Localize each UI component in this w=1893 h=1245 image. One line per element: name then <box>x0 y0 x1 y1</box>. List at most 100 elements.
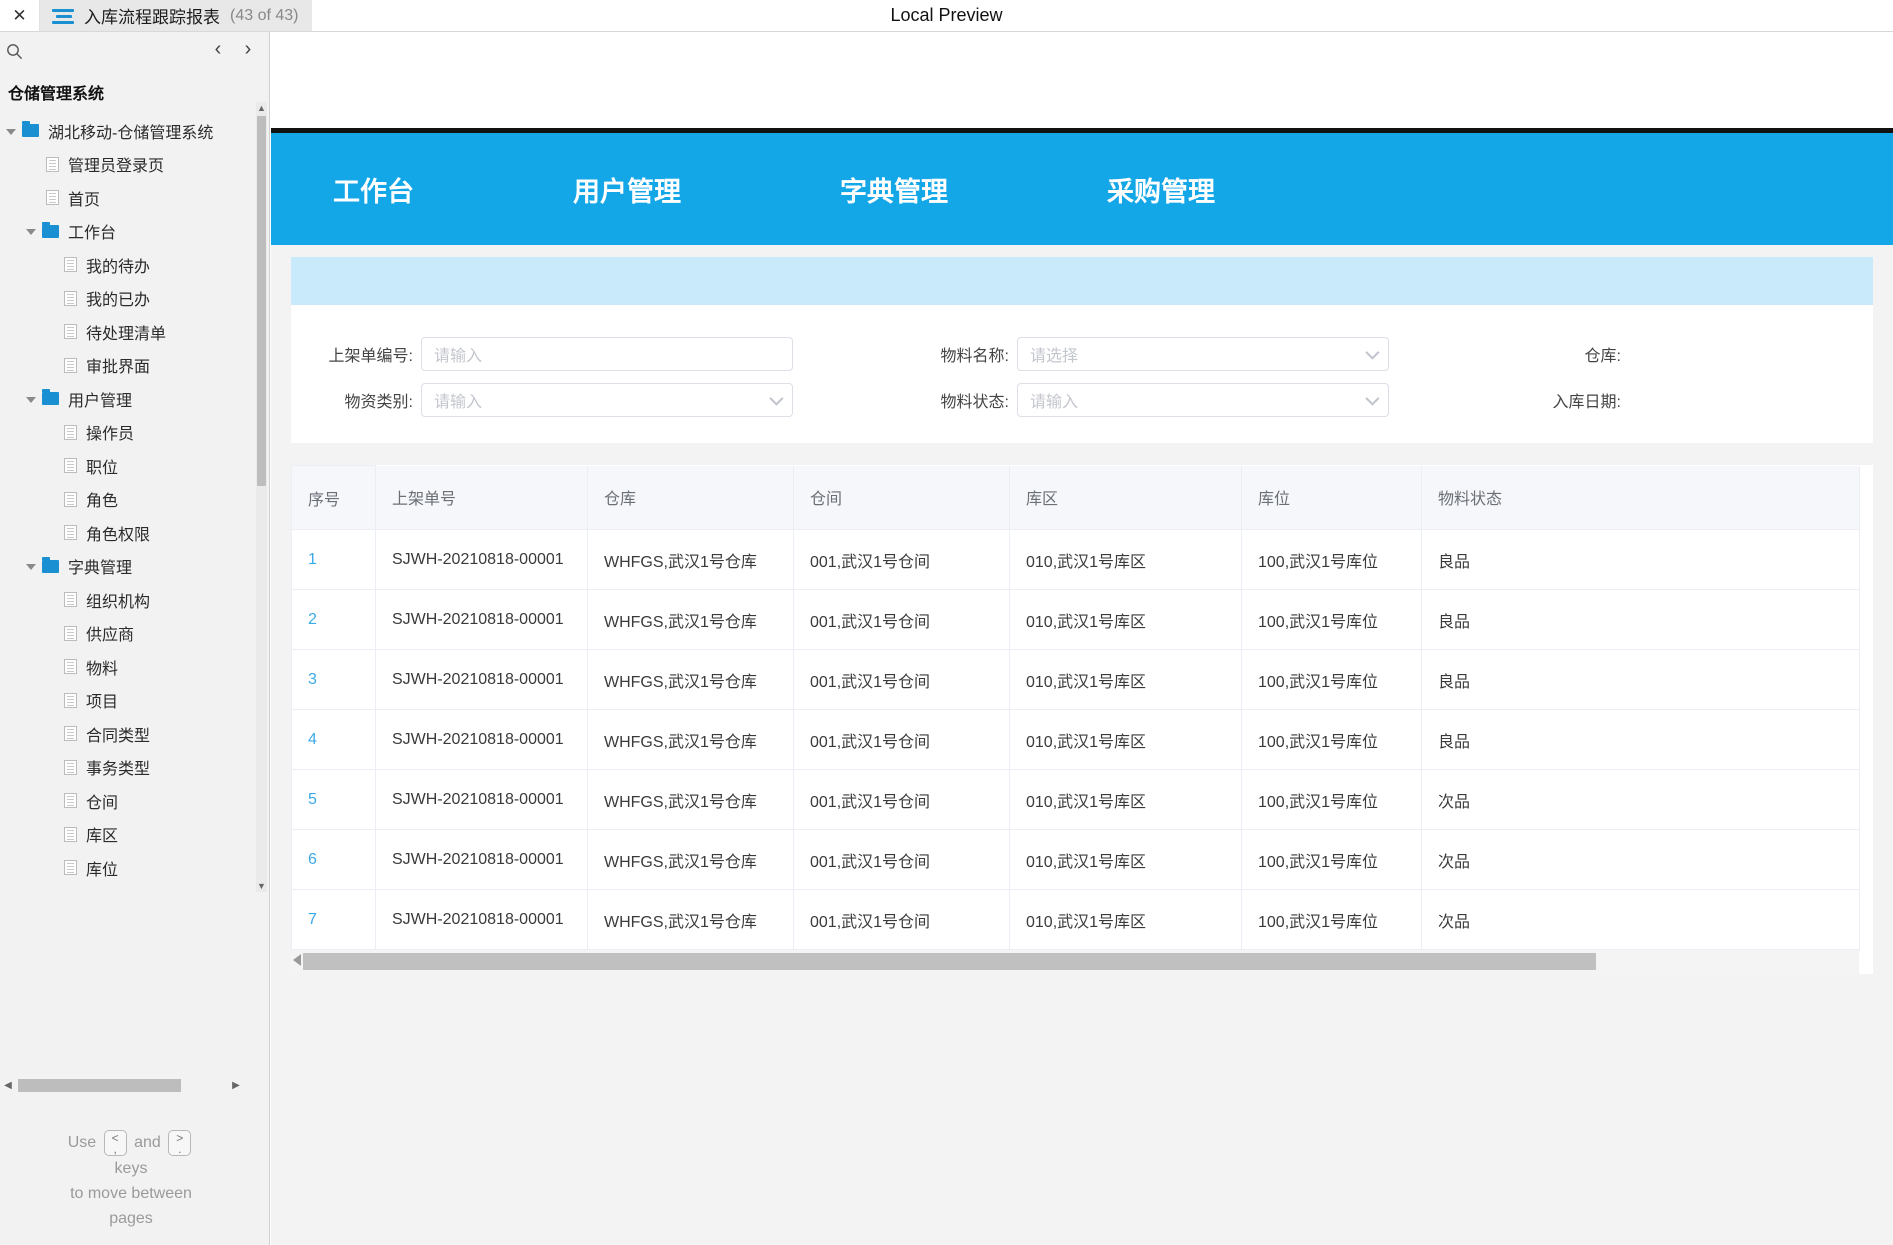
scroll-left-icon[interactable] <box>293 954 301 966</box>
table-cell: 良品 <box>1421 529 1860 590</box>
sidebar-tree-item[interactable]: 供应商 <box>0 617 253 651</box>
search-icon[interactable] <box>0 40 28 62</box>
prev-page-button[interactable]: ‹ <box>209 38 227 60</box>
results-table: 序号 上架单号 仓库 仓间 库区 库位 物料状态 1 SJWH-20210818-00001 W… <box>291 465 1860 950</box>
sidebar-tree-item-label: 我的已办 <box>86 292 151 310</box>
table-cell: 001,武汉1号仓间 <box>793 649 1010 710</box>
sidebar-tree-item[interactable]: 我的待办 <box>0 248 253 282</box>
chevron-down-icon <box>769 391 784 406</box>
sidebar-tree-item[interactable]: 库区 <box>0 818 253 852</box>
table-row[interactable]: 4 SJWH-20210818-00001 WHFGS,武汉1号仓库 001,武汉1号… <box>291 709 1860 770</box>
sidebar-tree-item[interactable]: 合同类型 <box>0 717 253 751</box>
nav-item-4[interactable]: 采购管理 <box>1107 170 1215 209</box>
scroll-thumb-horizontal[interactable] <box>18 1079 181 1092</box>
sidebar-tree-item-label: 首页 <box>68 191 101 209</box>
sidebar-tree-item[interactable]: 字典管理 <box>0 550 253 584</box>
sidebar-tree-item-label: 角色 <box>86 493 119 511</box>
table-cell: 001,武汉1号仓间 <box>793 889 1010 950</box>
sidebar-tree-item[interactable]: 首页 <box>0 181 253 215</box>
table-row-index[interactable]: 3 <box>291 649 376 710</box>
table-header-row: 序号 上架单号 仓库 仓间 库区 库位 物料状态 <box>291 465 1860 530</box>
search-input-order-no[interactable]: 请输入 <box>421 337 793 371</box>
sidebar-tree-item[interactable]: 库位 <box>0 851 253 885</box>
table-cell: 100,武汉1号库位 <box>1241 589 1422 650</box>
table-cell: 良品 <box>1421 649 1860 710</box>
select-material-name[interactable]: 请选择 <box>1017 337 1389 371</box>
table-row[interactable]: 6 SJWH-20210818-00001 WHFGS,武汉1号仓库 001,武汉1号… <box>291 829 1860 890</box>
nav-item-3[interactable]: 字典管理 <box>840 170 948 209</box>
sidebar-tree-item[interactable]: 组织机构 <box>0 583 253 617</box>
table-cell: 100,武汉1号库位 <box>1241 829 1422 890</box>
sidebar-horizontal-scrollbar[interactable]: ◀ ▶ <box>0 1075 258 1095</box>
sidebar-tree-item[interactable]: 审批界面 <box>0 349 253 383</box>
sidebar-tree-item[interactable]: 角色权限 <box>0 516 253 550</box>
caret-down-icon[interactable] <box>24 559 38 573</box>
table-row[interactable]: 1 SJWH-20210818-00001 WHFGS,武汉1号仓库 001,武汉1号… <box>291 529 1860 590</box>
chevron-down-icon <box>1365 391 1380 406</box>
table-column-header: 上架单号 <box>375 465 588 530</box>
close-button[interactable]: ✕ <box>0 0 40 31</box>
sidebar-tree-item[interactable]: 湖北移动-仓储管理系统 <box>0 114 253 148</box>
table-cell: SJWH-20210818-00001 <box>375 649 588 710</box>
sidebar-tree-item[interactable]: 事务类型 <box>0 751 253 785</box>
document-icon <box>64 324 77 340</box>
caret-down-icon[interactable] <box>24 392 38 406</box>
table-row[interactable]: 7 SJWH-20210818-00001 WHFGS,武汉1号仓库 001,武汉1号… <box>291 889 1860 950</box>
table-cell: 010,武汉1号库区 <box>1009 649 1242 710</box>
table-row[interactable]: 5 SJWH-20210818-00001 WHFGS,武汉1号仓库 001,武汉1号… <box>291 769 1860 830</box>
sidebar-tree-item[interactable]: 物料 <box>0 650 253 684</box>
table-row-index[interactable]: 1 <box>291 529 376 590</box>
hamburger-icon[interactable] <box>52 8 74 24</box>
table-cell: WHFGS,武汉1号仓库 <box>587 589 794 650</box>
sidebar-tree-item-label: 管理员登录页 <box>68 158 165 176</box>
caret-down-icon[interactable] <box>4 124 18 138</box>
sidebar-tree-item[interactable]: 用户管理 <box>0 382 253 416</box>
table-cell: WHFGS,武汉1号仓库 <box>587 769 794 830</box>
nav-item-1[interactable]: 工作台 <box>333 170 414 209</box>
sidebar-tree-item[interactable]: 仓间 <box>0 784 253 818</box>
next-page-button[interactable]: › <box>239 38 257 60</box>
select-material-category[interactable]: 请输入 <box>421 383 793 417</box>
preview-pane: 工作台 用户管理 字典管理 采购管理 上架单编号: 请输入 物料名称: 请选择 仓库: <box>271 32 1893 1245</box>
nav-item-2[interactable]: 用户管理 <box>573 170 681 209</box>
active-tab[interactable]: 入库流程跟踪报表 (43 of 43) <box>40 0 313 31</box>
table-horizontal-scrollbar[interactable] <box>291 950 1859 974</box>
select-material-status[interactable]: 请输入 <box>1017 383 1389 417</box>
app-top-spacer <box>271 32 1893 128</box>
filter-label-order-no: 上架单编号: <box>328 348 413 365</box>
scroll-up-icon[interactable]: ▲ <box>256 102 267 114</box>
table-row-index[interactable]: 2 <box>291 589 376 650</box>
table-row[interactable]: 3 SJWH-20210818-00001 WHFGS,武汉1号仓库 001,武汉1号… <box>291 649 1860 710</box>
placeholder-order-no: 请输入 <box>434 348 483 365</box>
sidebar-tree-item[interactable]: 管理员登录页 <box>0 148 253 182</box>
caret-down-icon[interactable] <box>24 224 38 238</box>
document-icon <box>64 625 77 641</box>
table-row-index[interactable]: 4 <box>291 709 376 770</box>
scroll-thumb[interactable] <box>257 116 266 486</box>
sidebar-tree-item[interactable]: 项目 <box>0 684 253 718</box>
sidebar-tree-item[interactable]: 工作台 <box>0 215 253 249</box>
scroll-left-icon[interactable]: ◀ <box>0 1075 16 1095</box>
table-row-index[interactable]: 5 <box>291 769 376 830</box>
sidebar-tree-item[interactable]: 角色 <box>0 483 253 517</box>
sidebar-tree-item[interactable]: 职位 <box>0 449 253 483</box>
sidebar-tree-item[interactable]: 我的已办 <box>0 282 253 316</box>
sidebar-tree-item[interactable]: 操作员 <box>0 416 253 450</box>
scroll-right-icon[interactable]: ▶ <box>228 1075 244 1095</box>
scroll-down-icon[interactable]: ▼ <box>256 880 267 892</box>
table-row-index[interactable]: 6 <box>291 829 376 890</box>
document-icon <box>64 257 77 273</box>
sidebar-tree-item-label: 供应商 <box>86 627 135 645</box>
document-icon <box>64 592 77 608</box>
table-row-index[interactable]: 7 <box>291 889 376 950</box>
tab-page-count: (43 of 43) <box>230 6 299 24</box>
table-cell: WHFGS,武汉1号仓库 <box>587 889 794 950</box>
table-cell: WHFGS,武汉1号仓库 <box>587 529 794 590</box>
sidebar-vertical-scrollbar[interactable]: ▲ ▼ <box>256 102 267 892</box>
sidebar-tree-item-label: 组织机构 <box>86 593 151 611</box>
table-row[interactable]: 2 SJWH-20210818-00001 WHFGS,武汉1号仓库 001,武汉1号… <box>291 589 1860 650</box>
table-cell: 良品 <box>1421 589 1860 650</box>
key-prev-bottom: , <box>113 1142 117 1156</box>
sidebar-tree-item[interactable]: 待处理清单 <box>0 315 253 349</box>
scroll-thumb-horizontal[interactable] <box>303 953 1596 970</box>
